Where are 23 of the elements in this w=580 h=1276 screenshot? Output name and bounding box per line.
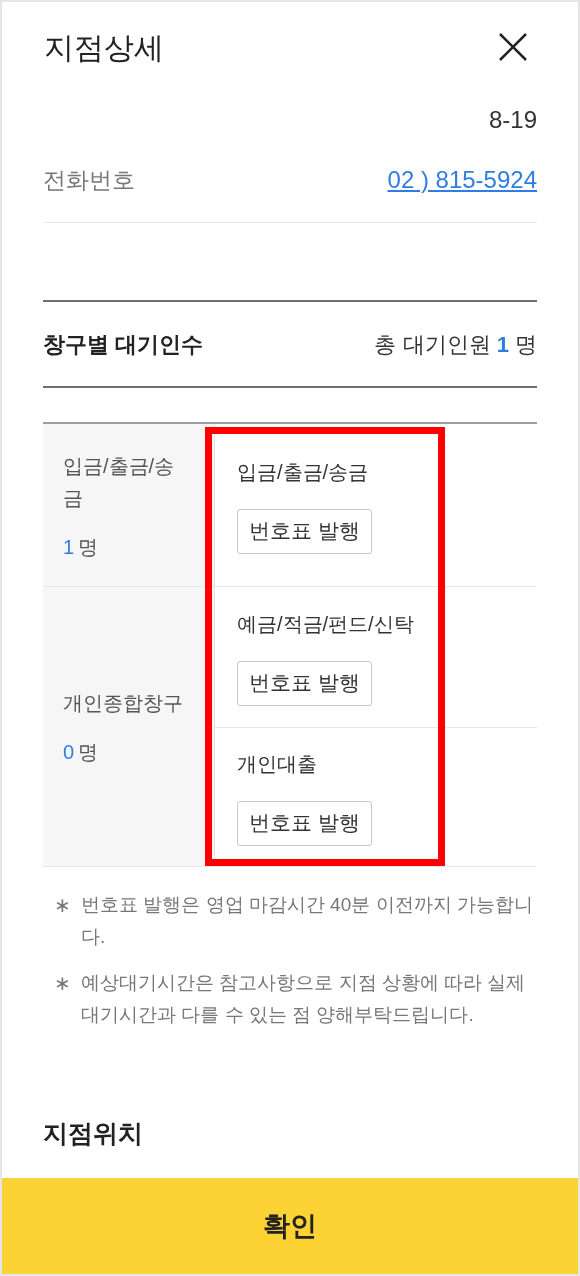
page-title: 지점상세	[44, 29, 164, 66]
window-name: 입금/출금/송금	[63, 454, 176, 511]
ticket-button[interactable]: 번호표 발행	[237, 508, 372, 554]
phone-link[interactable]: 02 ) 815-5924	[387, 162, 537, 198]
service-name: 입금/출금/송금	[237, 459, 370, 485]
ticket-button[interactable]: 번호표 발행	[237, 800, 372, 846]
waiting-count: 0 명	[63, 739, 100, 765]
close-icon	[498, 32, 528, 62]
asterisk-mark: ∗	[52, 971, 72, 996]
ticket-button[interactable]: 번호표 발행	[237, 660, 372, 706]
asterisk-mark: ∗	[52, 893, 72, 918]
service-name: 개인대출	[237, 751, 318, 777]
section-title: 창구별 대기인수	[43, 330, 204, 359]
confirm-button[interactable]: 확인	[2, 1178, 578, 1274]
total-waiting-text: 총 대기인원 1 명	[374, 330, 537, 359]
waiting-count: 1 명	[63, 535, 100, 560]
service-name: 예금/적금/펀드/신탁	[237, 611, 415, 637]
window-name: 개인종합창구	[63, 690, 184, 716]
notice-text: 번호표 발행은 영업 마감시간 40분 이전까지 가능합니다.	[81, 893, 534, 949]
address-text: 8-19	[487, 105, 537, 135]
notice-text: 예상대기시간은 참고사항으로 지점 상황에 따라 실제 대기시간과 다를 수 있는 점 양해부탁드립니다.	[81, 971, 527, 1027]
phone-label: 전화번호	[43, 165, 135, 195]
location-title: 지점위치	[43, 1117, 144, 1149]
